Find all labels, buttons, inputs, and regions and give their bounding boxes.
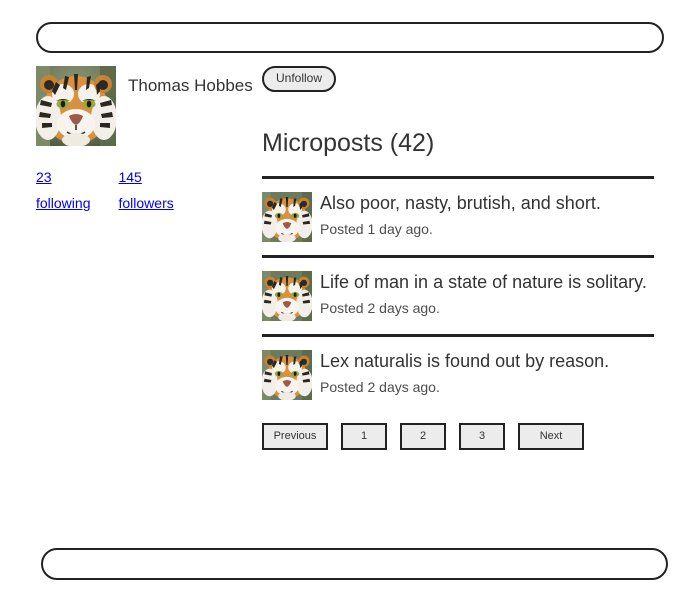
micropost-timestamp: Posted 2 days ago. [320, 378, 609, 396]
micropost-timestamp: Posted 1 day ago. [320, 220, 601, 238]
micropost-content: Lex naturalis is found out by reason. [320, 350, 609, 372]
micropost-avatar-image [262, 350, 312, 400]
micropost-avatar-image [262, 271, 312, 321]
pagination-page-3[interactable]: 3 [459, 423, 505, 450]
micropost-timestamp: Posted 2 days ago. [320, 299, 647, 317]
micropost-body: Life of man in a state of nature is soli… [320, 271, 647, 317]
user-sidebar: Thomas Hobbes 23 following 145 followers [36, 66, 246, 216]
micropost-body: Lex naturalis is found out by reason. Po… [320, 350, 609, 396]
micropost-body: Also poor, nasty, brutish, and short. Po… [320, 192, 601, 238]
following-label: following [36, 190, 90, 216]
pagination-next[interactable]: Next [518, 423, 584, 450]
pagination-page-1[interactable]: 1 [341, 423, 387, 450]
micropost-avatar-image [262, 192, 312, 242]
micropost-item: Also poor, nasty, brutish, and short. Po… [262, 176, 654, 255]
user-name: Thomas Hobbes [128, 76, 253, 96]
micropost-item: Lex naturalis is found out by reason. Po… [262, 334, 654, 413]
stat-following[interactable]: 23 following [36, 164, 90, 216]
microposts-list: Also poor, nasty, brutish, and short. Po… [262, 176, 654, 413]
pagination-previous[interactable]: Previous [262, 423, 328, 450]
user-avatar-image [36, 66, 116, 146]
header-navbar[interactable] [36, 22, 664, 53]
followers-count: 145 [118, 164, 173, 190]
user-identity: Thomas Hobbes [36, 66, 246, 146]
micropost-item: Life of man in a state of nature is soli… [262, 255, 654, 334]
main-column: Unfollow Microposts (42) [262, 66, 662, 450]
pagination: Previous 1 2 3 Next [262, 423, 662, 450]
micropost-content: Also poor, nasty, brutish, and short. [320, 192, 601, 214]
pagination-page-2[interactable]: 2 [400, 423, 446, 450]
unfollow-button[interactable]: Unfollow [262, 66, 336, 92]
footer-bar[interactable] [41, 548, 668, 580]
following-count: 23 [36, 164, 90, 190]
microposts-heading: Microposts (42) [262, 129, 662, 157]
micropost-content: Life of man in a state of nature is soli… [320, 271, 647, 293]
followers-label: followers [118, 190, 173, 216]
stat-followers[interactable]: 145 followers [118, 164, 173, 216]
user-stats: 23 following 145 followers [36, 164, 246, 216]
